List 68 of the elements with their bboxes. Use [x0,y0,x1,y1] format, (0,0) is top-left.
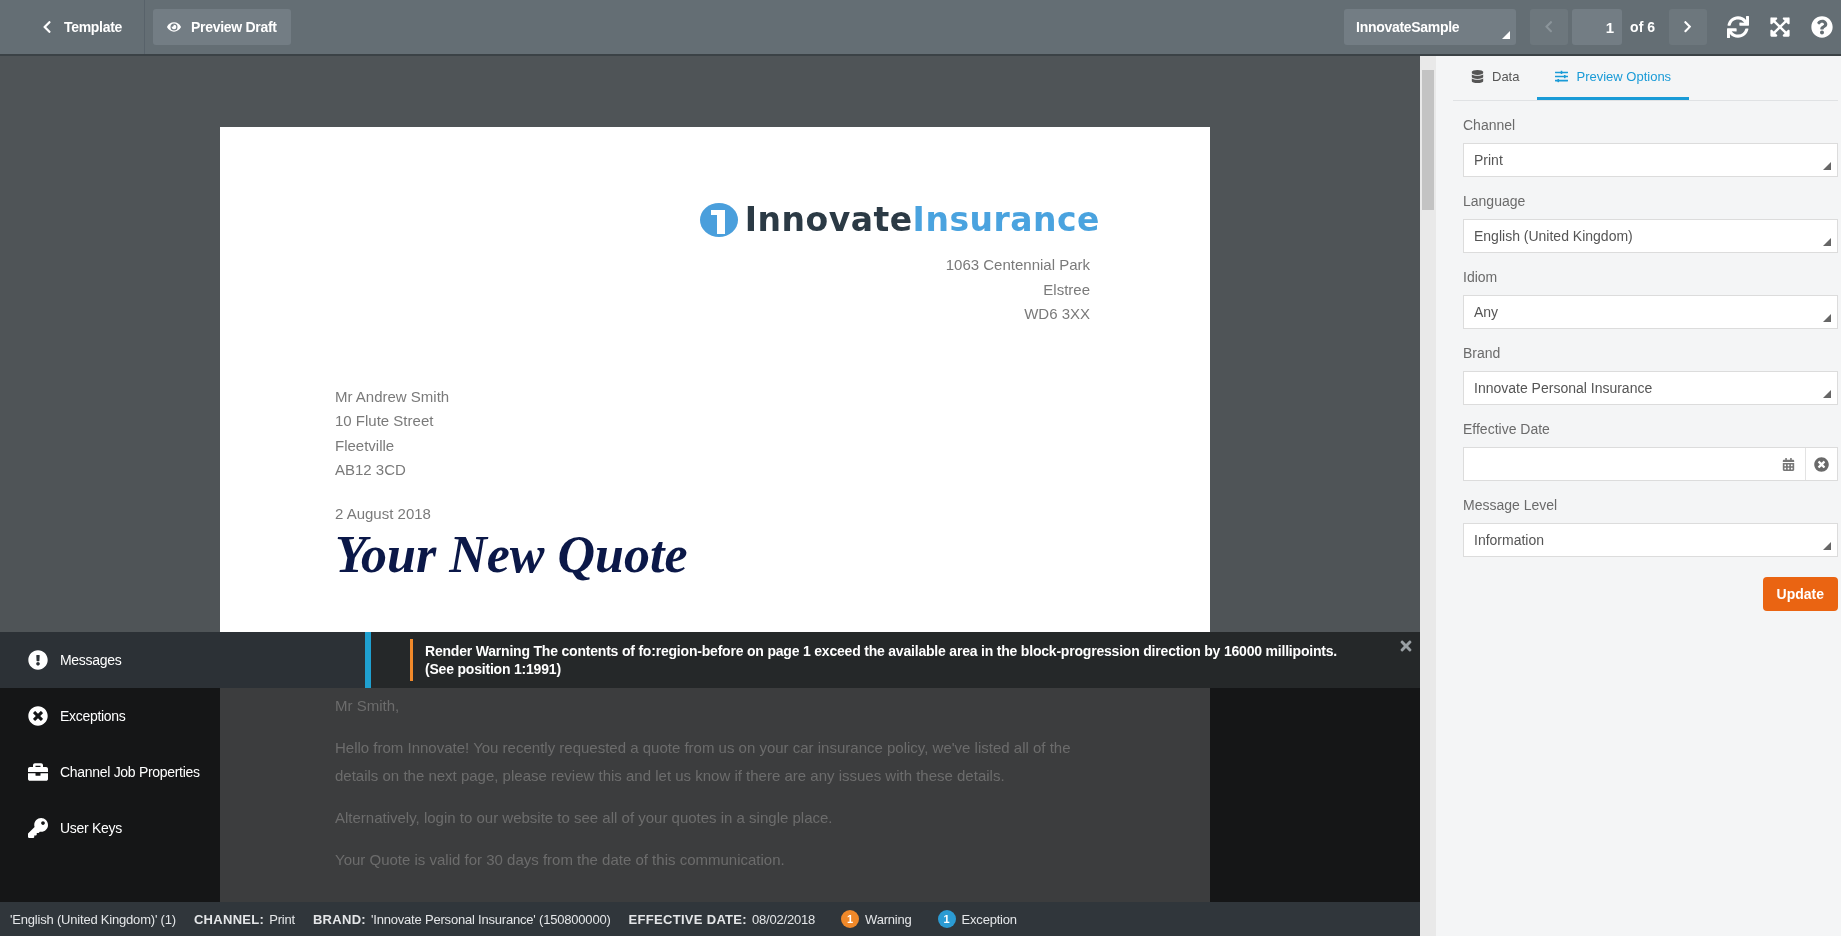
dropdown-corner-icon [1823,390,1831,398]
field-label: Brand [1463,345,1502,361]
panel-menu-item[interactable]: Channel Job Properties [0,744,220,800]
logo-text: InnovateInsurance [744,200,1100,239]
help-icon[interactable] [1811,16,1833,38]
letter-date: 2 August 2018 [335,504,432,522]
field-label: Effective Date [1463,421,1551,437]
badge-label: Warning [865,911,912,927]
next-page-button[interactable] [1669,9,1707,45]
sender-address-line: 1063 Centennial Park [944,255,1090,275]
sample-select[interactable]: InnovateSample [1344,9,1517,45]
sender-address-line: Elstree [1042,279,1090,300]
field-label: Message Level [1463,497,1559,513]
key-icon [28,818,48,838]
status-value: 'English (United Kingdom)' (1) [10,911,176,927]
status-value: Print [269,911,295,927]
briefcase-icon [28,762,48,782]
badge-label: Exception [961,911,1017,927]
scrollbar[interactable] [1420,56,1436,936]
menu-item-label: Exceptions [60,708,126,724]
recipient-address-line: Mr Andrew Smith [335,386,451,407]
field-label: Idiom [1463,269,1499,285]
page-count: of 6 [1630,19,1655,35]
panel-tab[interactable]: Data [1453,56,1538,100]
dropdown-corner-icon [1823,542,1831,550]
dropdown-corner-icon [1823,314,1831,322]
scrollbar-thumb[interactable] [1422,70,1434,210]
recipient-address-line: Fleetville [335,435,396,456]
select-field[interactable]: Innovate Personal Insurance [1463,371,1838,405]
status-value: 'Innovate Personal Insurance' (150800000) [371,911,611,927]
exclamation-icon [28,650,48,670]
logo-icon [698,201,739,238]
eye-icon [167,20,182,34]
field-label: Channel [1463,117,1517,133]
sliders-icon [1555,70,1569,83]
close-icon[interactable] [1398,638,1414,654]
back-button[interactable]: Template [26,9,137,45]
status-label: EFFECTIVE DATE: [628,911,747,927]
recipient-address-line: AB12 3CD [335,460,407,480]
sender-address-line: WD6 3XX [1023,304,1090,324]
count-badge: 1 [841,910,860,928]
preview-draft-button[interactable]: Preview Draft [153,9,291,45]
status-label: BRAND: [312,911,366,927]
dropdown-corner-icon [1502,31,1511,39]
database-icon [1471,70,1484,83]
panel-menu-item[interactable]: Exceptions [0,688,220,744]
select-field[interactable]: English (United Kingdom) [1463,219,1838,253]
panel-menu-item[interactable]: Messages [0,632,220,688]
select-field[interactable]: Information [1463,523,1838,557]
page-number-field[interactable]: 1 [1572,9,1623,45]
dropdown-corner-icon [1823,162,1831,170]
field-label: Language [1463,193,1527,209]
count-badge: 1 [937,910,956,928]
menu-item-label: Channel Job Properties [60,764,200,780]
dropdown-corner-icon [1823,238,1831,246]
menu-item-label: User Keys [60,820,122,836]
status-value: 08/02/2018 [751,911,816,927]
date-field[interactable] [1463,447,1838,481]
status-label: CHANNEL: [193,911,265,927]
panel-menu-item[interactable]: User Keys [0,800,220,856]
refresh-icon[interactable] [1727,16,1749,38]
recipient-address-line: 10 Flute Street [335,411,435,431]
message-text: Render Warning The contents of fo:region-before on page 1 exceed the available area in the block-progression direction by 16000 millipoints. (See position 1:1991) [410,639,1368,681]
select-field[interactable]: Print [1463,143,1838,177]
expand-icon[interactable] [1769,16,1791,38]
select-field[interactable]: Any [1463,295,1838,329]
menu-item-label: Messages [60,652,122,668]
letter-heading: Your New Quote [335,527,689,583]
